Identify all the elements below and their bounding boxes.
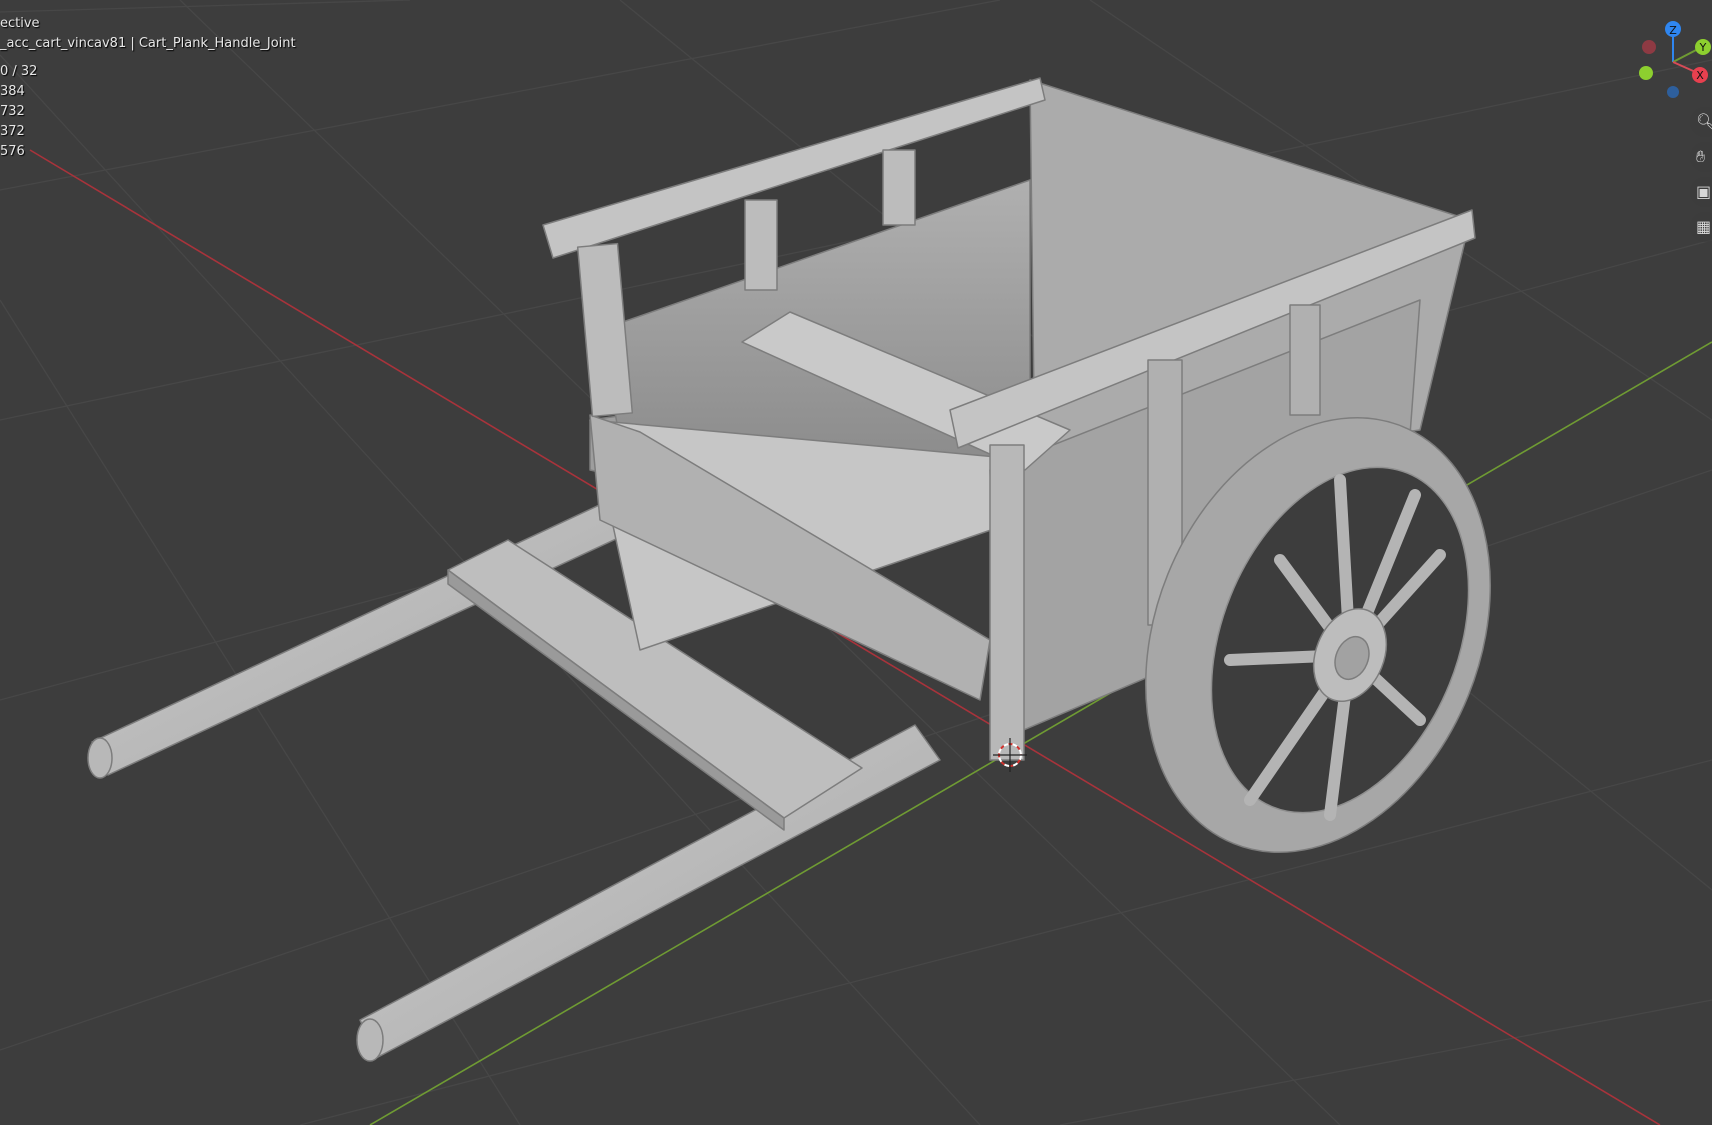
3d-viewport[interactable]: Z Y X ective _acc_cart_vincav81 | Cart_P… xyxy=(0,0,1712,1125)
stat-triangles: 576 xyxy=(0,144,25,159)
stat-vertices: 384 xyxy=(0,84,25,99)
stat-faces: 372 xyxy=(0,124,25,139)
gizmo-x-label: X xyxy=(1696,69,1704,82)
gizmo-neg-z-dot[interactable] xyxy=(1667,86,1679,98)
viewport-info-overlay: ective _acc_cart_vincav81 | Cart_Plank_H… xyxy=(0,14,296,162)
viewport-scene[interactable]: Z Y X xyxy=(0,0,1712,1125)
collection-object-label: _acc_cart_vincav81 | Cart_Plank_Handle_J… xyxy=(0,36,296,51)
gizmo-z-label: Z xyxy=(1669,24,1677,37)
stat-edges: 732 xyxy=(0,104,25,119)
view-mode-label: ective xyxy=(0,16,40,31)
zoom-icon[interactable]: 🔍︎ xyxy=(1690,107,1712,137)
camera-icon[interactable]: ▣ xyxy=(1690,177,1712,207)
gizmo-y-label: Y xyxy=(1699,41,1707,54)
stat-objects: 0 / 32 xyxy=(0,64,38,79)
gizmo-neg-x-dot[interactable] xyxy=(1642,40,1656,54)
gizmo-neg-y-dot[interactable] xyxy=(1639,66,1653,80)
grid-icon[interactable]: ▦ xyxy=(1690,212,1712,242)
hand-icon[interactable]: ✋︎ xyxy=(1690,142,1712,172)
